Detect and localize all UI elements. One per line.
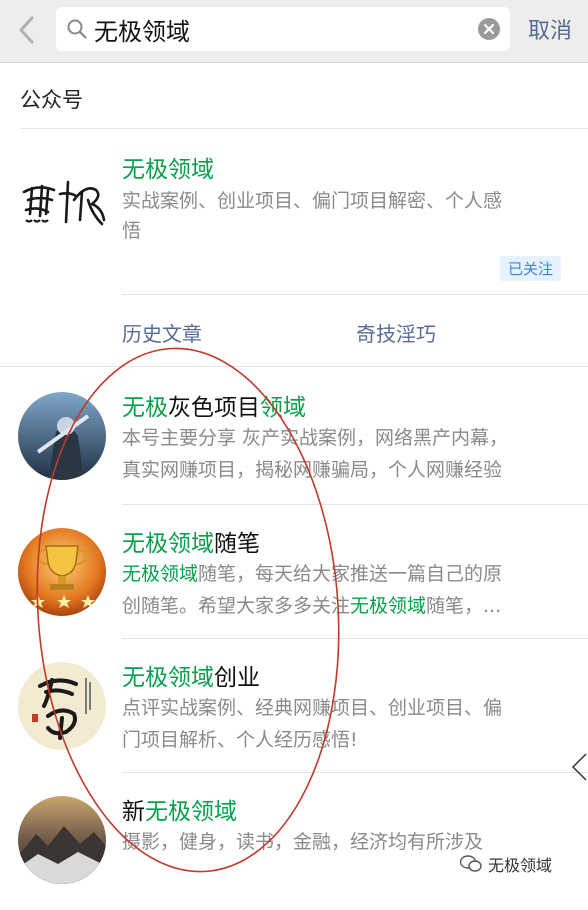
clear-icon[interactable] [478, 18, 500, 40]
followed-badge: 已关注 [500, 256, 562, 281]
section-title: 公众号 [20, 88, 83, 112]
cancel-button[interactable]: 取消 [528, 13, 572, 45]
watermark: 无极领域 [460, 852, 552, 876]
account-description: 本号主要分享 灰产实战案例，网络黑产内幕， 真实网赚项目，揭秘网赚骗局，个人网赚经… [122, 427, 509, 481]
avatar [18, 796, 106, 884]
divider [122, 294, 588, 295]
divider [20, 128, 588, 129]
avatar [18, 392, 106, 480]
divider [0, 366, 588, 367]
account-description: 无极领域随笔，每天给大家推送一篇自己的原 创随笔。希望大家多多关注无极领域随笔，.… [122, 563, 503, 617]
avatar [18, 528, 106, 616]
avatar [18, 662, 106, 750]
edge-arrow-icon [571, 753, 587, 781]
back-arrow-icon[interactable] [14, 12, 40, 48]
tips-link[interactable]: 奇技淫巧 [356, 318, 436, 347]
search-box[interactable] [56, 7, 510, 51]
account-name: 无极领域随笔 [122, 531, 260, 557]
search-icon [67, 19, 87, 39]
search-input[interactable] [94, 7, 464, 51]
account-description: 实战案例、创业项目、偏门项目解密、个人感悟 [122, 190, 503, 242]
list-item[interactable]: 无极灰色项目领域 本号主要分享 灰产实战案例，网络黑产内幕， 真实网赚项目，揭秘网… [0, 372, 588, 506]
search-header: 取消 [0, 0, 588, 63]
account-name: 无极领域创业 [122, 665, 260, 691]
divider [122, 504, 588, 505]
divider [122, 772, 588, 773]
calligraphy-logo [22, 180, 106, 226]
divider [122, 638, 588, 639]
wechat-icon [460, 855, 482, 872]
account-name: 无极领域 [122, 157, 214, 183]
list-item[interactable]: 无极领域创业 点评实战案例、经典网赚项目、创业项目、偏 门项目解析、个人经历感悟! [0, 642, 588, 776]
account-name: 无极灰色项目领域 [122, 395, 306, 421]
list-item[interactable]: 新无极领域 摄影，健身，读书，金融，经济均有所涉及 [0, 776, 588, 910]
history-articles-link[interactable]: 历史文章 [122, 318, 202, 347]
list-item[interactable]: 无极领域随笔 无极领域随笔，每天给大家推送一篇自己的原 创随笔。希望大家多多关注无… [0, 508, 588, 642]
account-name: 新无极领域 [122, 799, 237, 825]
account-description: 点评实战案例、经典网赚项目、创业项目、偏 门项目解析、个人经历感悟! [122, 697, 503, 751]
